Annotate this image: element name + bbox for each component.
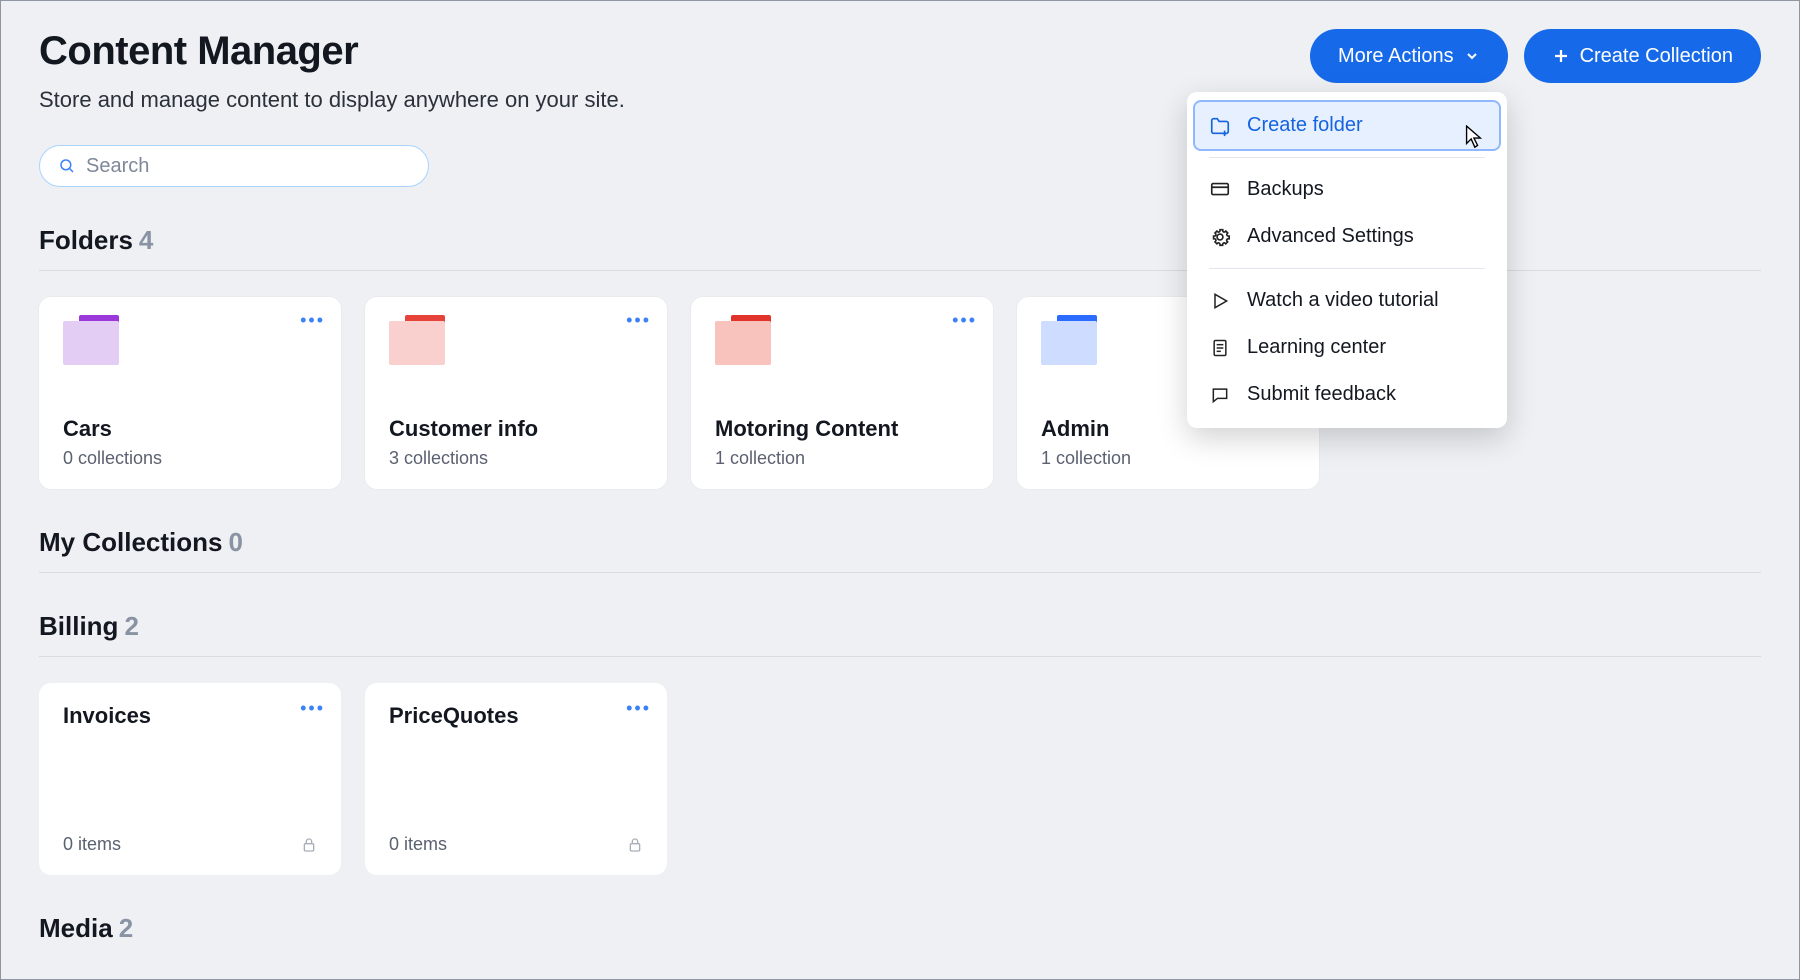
lock-icon xyxy=(627,836,643,854)
play-icon xyxy=(1209,290,1231,312)
doc-icon xyxy=(1209,337,1231,359)
collection-card[interactable]: ••• Invoices 0 items xyxy=(39,683,341,875)
folder-label: Cars xyxy=(63,416,317,442)
collection-items: 0 items xyxy=(63,834,121,855)
lock-icon xyxy=(301,836,317,854)
page-subtitle: Store and manage content to display anyw… xyxy=(39,87,625,113)
menu-advanced-settings[interactable]: Advanced Settings xyxy=(1187,213,1507,260)
folder-card[interactable]: ••• Cars 0 collections xyxy=(39,297,341,489)
folder-sub: 1 collection xyxy=(1041,448,1295,469)
create-collection-button[interactable]: Create Collection xyxy=(1524,29,1761,83)
folder-icon xyxy=(389,321,445,365)
menu-create-folder[interactable]: Create folder xyxy=(1195,102,1499,149)
menu-item-label: Learning center xyxy=(1247,336,1386,359)
create-collection-label: Create Collection xyxy=(1580,45,1733,68)
collection-items: 0 items xyxy=(389,834,447,855)
menu-learning-center[interactable]: Learning center xyxy=(1187,324,1507,371)
menu-backups[interactable]: Backups xyxy=(1187,166,1507,213)
folder-icon xyxy=(63,321,119,365)
more-icon[interactable]: ••• xyxy=(300,699,325,717)
more-actions-menu: Create folder Backups Advanced Settings … xyxy=(1187,92,1507,428)
folder-sub: 3 collections xyxy=(389,448,643,469)
divider xyxy=(39,572,1761,573)
menu-item-label: Backups xyxy=(1247,178,1324,201)
search-field[interactable] xyxy=(39,145,429,187)
more-actions-label: More Actions xyxy=(1338,45,1454,68)
folder-sub: 1 collection xyxy=(715,448,969,469)
folder-label: Customer info xyxy=(389,416,643,442)
stack-icon xyxy=(1209,179,1231,201)
plus-icon xyxy=(1552,47,1570,65)
my-collections-section-title: My Collections0 xyxy=(39,527,1761,558)
folder-label: Motoring Content xyxy=(715,416,969,442)
menu-video-tutorial[interactable]: Watch a video tutorial xyxy=(1187,277,1507,324)
menu-item-label: Advanced Settings xyxy=(1247,225,1414,248)
my-collections-count: 0 xyxy=(228,527,242,557)
more-actions-button[interactable]: More Actions xyxy=(1310,29,1508,83)
divider xyxy=(39,656,1761,657)
folder-icon xyxy=(1041,321,1097,365)
collection-label: Invoices xyxy=(63,703,317,729)
collection-label: PriceQuotes xyxy=(389,703,643,729)
folder-card[interactable]: ••• Motoring Content 1 collection xyxy=(691,297,993,489)
media-count: 2 xyxy=(119,913,133,943)
more-icon[interactable]: ••• xyxy=(626,311,651,329)
gear-icon xyxy=(1209,226,1231,248)
menu-divider xyxy=(1209,157,1485,158)
page-title: Content Manager xyxy=(39,29,625,73)
menu-divider xyxy=(1209,268,1485,269)
menu-submit-feedback[interactable]: Submit feedback xyxy=(1187,371,1507,418)
menu-item-label: Create folder xyxy=(1247,114,1363,137)
chevron-down-icon xyxy=(1464,48,1480,64)
menu-item-label: Submit feedback xyxy=(1247,383,1396,406)
more-icon[interactable]: ••• xyxy=(300,311,325,329)
media-section-title: Media2 xyxy=(39,913,1761,944)
folders-count: 4 xyxy=(139,225,153,255)
folder-card[interactable]: ••• Customer info 3 collections xyxy=(365,297,667,489)
search-input[interactable] xyxy=(86,155,410,178)
chat-icon xyxy=(1209,384,1231,406)
folder-plus-icon xyxy=(1209,115,1231,137)
search-icon xyxy=(58,157,76,175)
folder-sub: 0 collections xyxy=(63,448,317,469)
folder-icon xyxy=(715,321,771,365)
collection-card[interactable]: ••• PriceQuotes 0 items xyxy=(365,683,667,875)
more-icon[interactable]: ••• xyxy=(626,699,651,717)
billing-count: 2 xyxy=(124,611,138,641)
billing-section-title: Billing2 xyxy=(39,611,1761,642)
cursor-icon xyxy=(1462,125,1484,151)
more-icon[interactable]: ••• xyxy=(952,311,977,329)
menu-item-label: Watch a video tutorial xyxy=(1247,289,1439,312)
